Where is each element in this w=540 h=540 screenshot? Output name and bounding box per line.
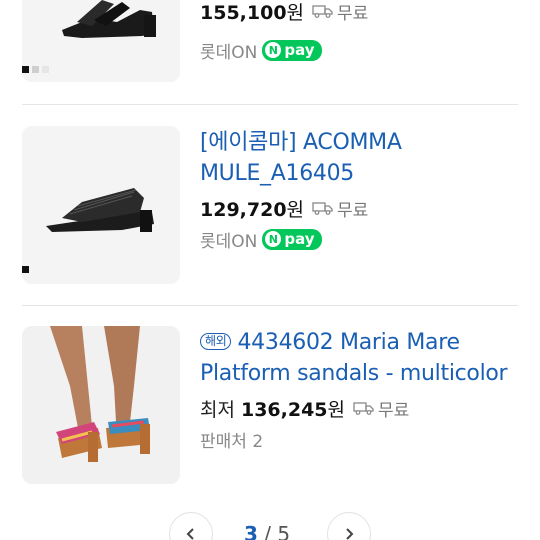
product-title-text[interactable]: 4434602 Maria Mare Platform sandals - mu… xyxy=(200,330,508,386)
seller-row: 롯데ON N pay xyxy=(200,36,530,64)
seller-name[interactable]: 롯데ON xyxy=(200,38,257,63)
currency: 원 xyxy=(286,198,305,221)
truck-icon xyxy=(312,5,333,18)
swatch[interactable] xyxy=(22,66,29,73)
shipping: 무료 xyxy=(312,0,368,24)
chevron-left-icon xyxy=(186,528,194,540)
price-row: 최저 136,245원 무료 xyxy=(200,393,530,423)
next-page-button[interactable] xyxy=(327,512,371,540)
product-title[interactable]: 해외 4434602 Maria Mare Platform sandals - … xyxy=(200,327,530,389)
pagination: 3 / 5 xyxy=(0,512,540,540)
shipping-label: 무료 xyxy=(337,200,369,221)
chevron-right-icon xyxy=(346,528,354,540)
shipping: 무료 xyxy=(312,196,368,221)
color-swatches xyxy=(22,66,49,73)
product-thumbnail[interactable] xyxy=(22,326,180,484)
seller-row: 롯데ON N pay xyxy=(200,225,530,253)
npay-label: pay xyxy=(284,41,315,59)
npay-n-icon: N xyxy=(265,42,282,58)
shipping-label: 무료 xyxy=(337,3,369,24)
seller-count[interactable]: 판매처 2 xyxy=(200,427,263,452)
shipping: 무료 xyxy=(353,396,409,421)
swatch[interactable] xyxy=(32,66,39,73)
divider xyxy=(22,305,518,306)
color-swatches xyxy=(22,266,29,273)
product-thumbnail[interactable] xyxy=(22,126,180,284)
page-separator: / xyxy=(257,522,278,540)
page-indicator: 3 / 5 xyxy=(244,522,290,540)
swatch[interactable] xyxy=(22,266,29,273)
npay-label: pay xyxy=(284,230,315,248)
seller-row: 판매처 2 xyxy=(200,425,530,453)
product-title[interactable]: [에이콤마] ACOMMA MULE_A16405 xyxy=(200,127,530,189)
swatch[interactable] xyxy=(42,66,49,73)
black-mule-image xyxy=(22,126,180,284)
current-page: 3 xyxy=(244,522,258,540)
currency: 원 xyxy=(286,1,305,24)
total-pages: 5 xyxy=(277,522,291,540)
platform-sandal-image xyxy=(22,326,180,484)
lowest-price-label: 최저 xyxy=(200,398,235,421)
npay-badge: N pay xyxy=(262,39,322,61)
truck-icon xyxy=(312,202,333,215)
price: 155,100 xyxy=(200,1,287,24)
price-row: 155,100원 무료 xyxy=(200,0,530,26)
npay-n-icon: N xyxy=(265,231,282,247)
shipping-label: 무료 xyxy=(378,400,410,421)
price: 136,245 xyxy=(240,398,328,421)
price-row: 129,720원 무료 xyxy=(200,193,530,223)
currency: 원 xyxy=(327,398,345,421)
price: 129,720 xyxy=(200,198,287,221)
prev-page-button[interactable] xyxy=(169,512,213,540)
npay-badge: N pay xyxy=(262,228,322,250)
truck-icon xyxy=(353,402,374,415)
divider xyxy=(22,104,518,105)
seller-name[interactable]: 롯데ON xyxy=(200,227,257,252)
overseas-badge: 해외 xyxy=(200,333,232,350)
